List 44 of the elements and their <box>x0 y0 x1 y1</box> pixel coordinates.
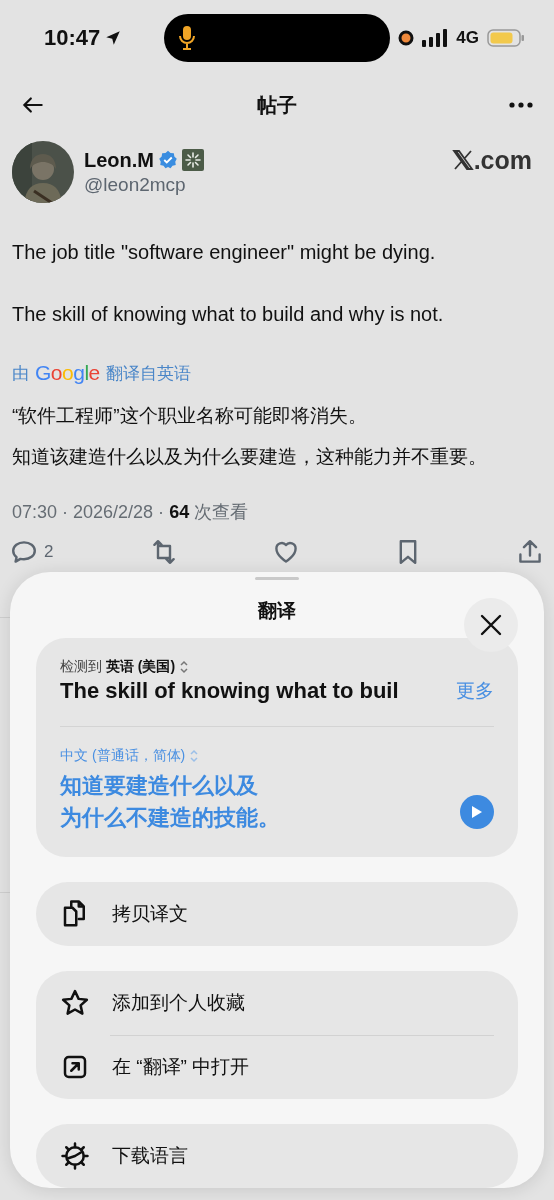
action-row[interactable]: 在 “翻译” 中打开 <box>36 1035 518 1099</box>
like-button[interactable] <box>273 540 298 564</box>
reply-icon <box>12 540 36 564</box>
translated-text: 知道该建造什么以及为什么要建造，这种能力并不重要。 <box>12 445 488 469</box>
chevron-up-down-icon <box>179 660 190 674</box>
location-arrow-icon <box>104 28 123 47</box>
repost-icon <box>151 540 176 564</box>
heart-icon <box>273 540 298 564</box>
status-time: 10:47 <box>44 24 101 51</box>
credit-prefix: 由 <box>12 362 29 385</box>
x-logo-icon <box>451 149 474 171</box>
sheet-title: 翻译 <box>258 598 296 623</box>
network-label: 4G <box>456 27 479 48</box>
google-logo: Google <box>35 361 100 385</box>
action-row[interactable]: 下载语言 <box>36 1124 518 1188</box>
close-icon <box>480 614 502 637</box>
action-row[interactable]: 拷贝译文 <box>36 882 518 946</box>
play-button[interactable] <box>460 795 494 829</box>
share-button[interactable] <box>517 540 542 564</box>
share-icon <box>517 540 542 564</box>
affiliate-badge-icon <box>182 149 204 171</box>
source-text: The skill of knowing what to buil <box>60 678 399 704</box>
microphone-icon <box>178 24 197 51</box>
repost-button[interactable] <box>151 540 176 564</box>
author-handle: @leon2mcp <box>84 173 187 196</box>
recording-dot-icon <box>398 29 415 46</box>
more-icon[interactable] <box>508 101 534 109</box>
signal-icon <box>422 28 449 47</box>
star-icon <box>60 988 90 1018</box>
translated-text: “软件工程师”这个职业名称可能即将消失。 <box>12 404 368 428</box>
battery-icon <box>486 28 525 47</box>
play-icon <box>471 805 483 819</box>
chevron-up-down-icon <box>189 749 200 763</box>
site-label: .com <box>473 145 532 175</box>
author-name[interactable]: Leon.M <box>84 148 154 172</box>
source-language-picker[interactable]: 检测到 英语 (美国) <box>60 658 176 676</box>
post-text: The job title "software engineer" might be dying. <box>11 240 437 265</box>
reply-button[interactable]: 2 <box>12 540 54 564</box>
translated-text: 为什么不建造的技能。 <box>60 804 280 832</box>
translated-text: 知道要建造什么以及 <box>60 772 259 800</box>
post-meta: 07:30 · 2026/2/28 · 64 次查看 <box>11 501 250 524</box>
action-row[interactable]: 添加到个人收藏 <box>36 971 518 1035</box>
page-title: 帖子 <box>257 92 297 118</box>
post-text: The skill of knowing what to build and why is not. <box>11 302 445 327</box>
